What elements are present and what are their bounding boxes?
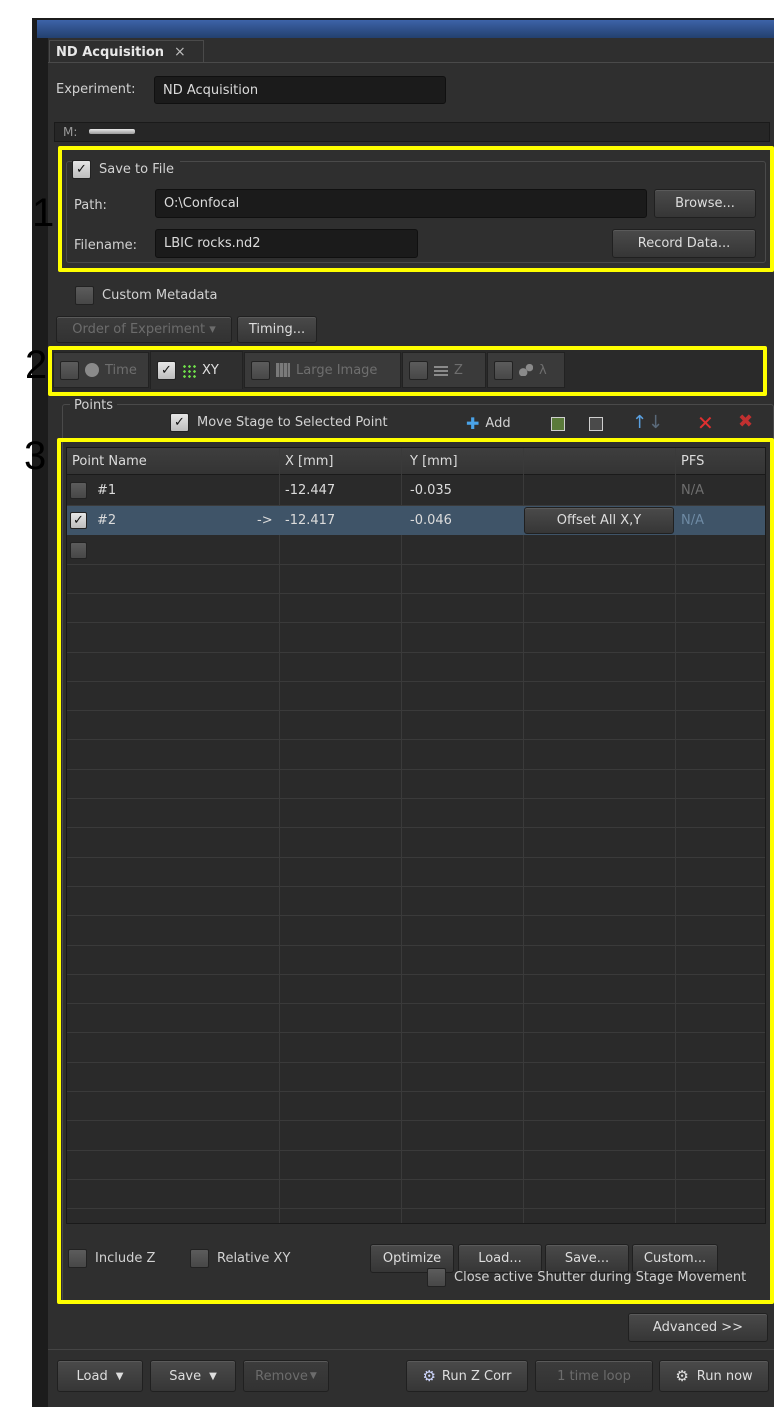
delete-icon[interactable]: ✕ (697, 411, 714, 435)
run-z-corr-button[interactable]: ⚙ Run Z Corr (406, 1360, 528, 1392)
copy-icon[interactable] (589, 417, 603, 431)
footer-remove-label: Remove (255, 1368, 308, 1384)
timing-button[interactable]: Timing... (237, 316, 317, 343)
footer-load-button[interactable]: Load ▼ (57, 1360, 143, 1392)
points-group-label: Points (70, 398, 118, 413)
copy-checked-icon[interactable] (551, 417, 565, 431)
annotation-3: 3 (24, 434, 47, 478)
custom-metadata-row[interactable]: Custom Metadata (75, 286, 218, 305)
m-slider-handle[interactable] (89, 129, 135, 134)
move-stage-row[interactable]: ✓ Move Stage to Selected Point (170, 413, 388, 432)
run-now-label: Run now (696, 1368, 753, 1384)
add-label: Add (485, 416, 511, 431)
footer-save-button[interactable]: Save ▼ (150, 1360, 236, 1392)
chevron-down-icon: ▼ (115, 1370, 124, 1382)
run-icon: ⚙ (675, 1367, 689, 1385)
m-label: M: (63, 125, 78, 139)
experiment-field[interactable]: ND Acquisition (154, 76, 446, 104)
highlight-box-3 (57, 438, 774, 1304)
highlight-box-2 (48, 346, 767, 396)
close-icon[interactable]: × (174, 44, 186, 60)
run-now-button[interactable]: ⚙ Run now (659, 1360, 769, 1392)
tab-nd-acquisition[interactable]: ND Acquisition × (49, 40, 204, 63)
move-stage-label: Move Stage to Selected Point (197, 415, 388, 430)
move-down-icon[interactable]: ↓ (648, 412, 663, 433)
chevron-down-icon: ▼ (209, 1370, 217, 1382)
annotation-2: 2 (25, 343, 48, 387)
experiment-value: ND Acquisition (163, 82, 259, 98)
delete-all-icon[interactable]: ✖ (738, 411, 753, 432)
annotation-1: 1 (32, 191, 55, 235)
add-point-button[interactable]: ✚ Add (466, 414, 511, 433)
title-strip (37, 20, 774, 38)
tab-title: ND Acquisition (56, 44, 165, 60)
run-icon: ⚙ (422, 1367, 436, 1385)
plus-icon: ✚ (466, 414, 480, 433)
custom-metadata-label: Custom Metadata (102, 288, 218, 303)
move-up-icon[interactable]: ↑ (632, 412, 647, 433)
move-stage-checkbox[interactable]: ✓ (170, 413, 189, 432)
footer-divider (48, 1349, 774, 1350)
time-loop-button[interactable]: 1 time loop (535, 1360, 653, 1392)
chevron-down-icon: ▼ (309, 1371, 317, 1381)
custom-metadata-checkbox[interactable] (75, 286, 94, 305)
tab-bar-rule (48, 62, 774, 63)
experiment-label: Experiment: (56, 82, 136, 97)
highlight-box-1 (58, 146, 774, 272)
run-z-corr-label: Run Z Corr (441, 1368, 512, 1384)
advanced-button[interactable]: Advanced >> (628, 1313, 768, 1342)
m-row: M: (54, 122, 770, 142)
footer-load-label: Load (76, 1368, 108, 1384)
footer-save-label: Save (169, 1368, 202, 1384)
order-of-experiment-button[interactable]: Order of Experiment ▾ (56, 316, 232, 343)
footer-remove-button[interactable]: Remove ▼ (243, 1360, 329, 1392)
